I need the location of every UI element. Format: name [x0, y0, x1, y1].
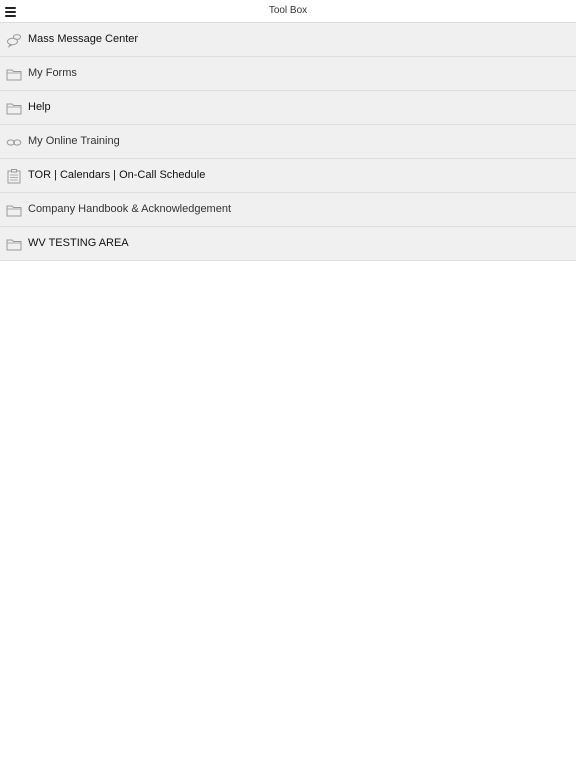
- toolbox-list: Mass Message Center My Forms Help My Onl…: [0, 23, 576, 261]
- folder-icon: [6, 103, 22, 115]
- list-item-label: WV TESTING AREA: [28, 237, 129, 249]
- list-item-company-handbook[interactable]: Company Handbook & Acknowledgement: [0, 193, 576, 227]
- list-item-label: Help: [28, 101, 51, 113]
- chat-bubbles-icon: [7, 34, 22, 48]
- list-item-mass-message-center[interactable]: Mass Message Center: [0, 23, 576, 57]
- clipboard-icon: [7, 169, 21, 184]
- folder-icon: [6, 69, 22, 81]
- folder-icon: [6, 205, 22, 217]
- list-item-label: Mass Message Center: [28, 33, 139, 45]
- list-item-label: My Online Training: [28, 135, 120, 147]
- infinity-link-icon: [6, 139, 22, 146]
- list-item-help[interactable]: Help: [0, 91, 576, 125]
- folder-icon: [6, 239, 22, 251]
- list-item-label: My Forms: [28, 67, 77, 79]
- list-item-tor-calendars[interactable]: TOR | Calendars | On-Call Schedule: [0, 159, 576, 193]
- list-item-wv-testing-area[interactable]: WV TESTING AREA: [0, 227, 576, 261]
- list-item-my-forms[interactable]: My Forms: [0, 57, 576, 91]
- list-item-my-online-training[interactable]: My Online Training: [0, 125, 576, 159]
- page-title: Tool Box: [268, 5, 308, 16]
- list-item-label: Company Handbook & Acknowledgement: [28, 203, 232, 215]
- top-bar: Tool Box: [0, 0, 576, 23]
- list-item-label: TOR | Calendars | On-Call Schedule: [28, 169, 206, 181]
